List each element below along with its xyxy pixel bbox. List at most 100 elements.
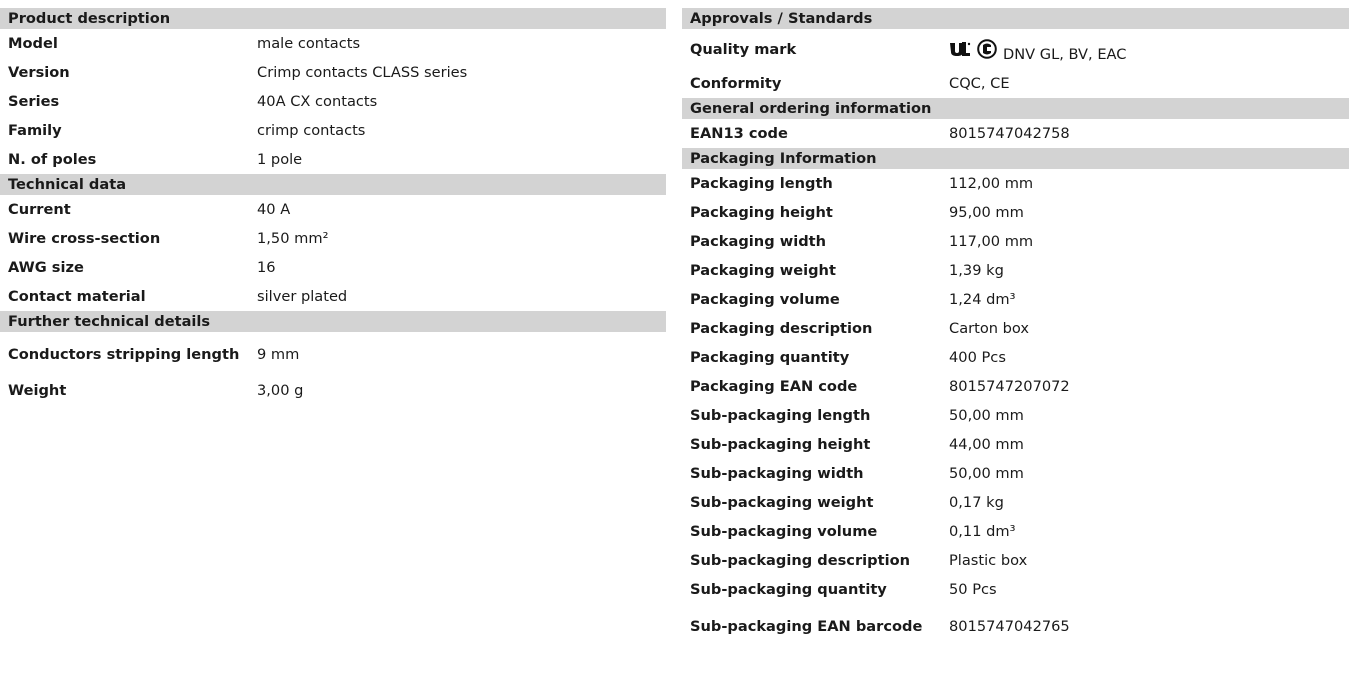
section-header: Technical data: [0, 174, 666, 195]
row-label: Packaging weight: [690, 262, 836, 279]
row-label: Wire cross-section: [8, 230, 161, 247]
table-row: Conformity CQC, CE: [682, 69, 1349, 98]
row-label: Contact material: [8, 288, 146, 305]
section-title-approvals-standards: Approvals / Standards: [682, 8, 1349, 29]
section-header: Further technical details: [0, 311, 666, 332]
table-row: Series 40A CX contacts: [0, 87, 666, 116]
row-label: Current: [8, 201, 71, 218]
row-value: 1,24 dm³: [949, 291, 1016, 308]
row-value: 40 A: [257, 201, 291, 218]
table-row: Sub-packaging length 50,00 mm: [682, 401, 1349, 430]
table-row: Packaging length 112,00 mm: [682, 169, 1349, 198]
table-row: Family crimp contacts: [0, 116, 666, 145]
table-row: N. of poles 1 pole: [0, 145, 666, 174]
row-label: Sub-packaging height: [690, 436, 871, 453]
row-value: 3,00 g: [257, 382, 304, 399]
row-value: 50 Pcs: [949, 581, 997, 598]
table-row: Sub-packaging volume 0,11 dm³: [682, 517, 1349, 546]
row-value: male contacts: [257, 35, 361, 52]
row-label: Conductors stripping length: [8, 345, 240, 363]
table-row: Packaging volume 1,24 dm³: [682, 285, 1349, 314]
row-value: 400 Pcs: [949, 349, 1006, 366]
row-value: 50,00 mm: [949, 465, 1024, 482]
row-label: Sub-packaging weight: [690, 494, 874, 511]
table-row: Quality mark DNV GL, BV, EAC: [682, 29, 1349, 69]
section-header: Approvals / Standards: [682, 8, 1349, 29]
row-value: 8015747042765: [949, 617, 1070, 635]
row-value: 8015747042758: [949, 125, 1070, 142]
csa-icon: [977, 39, 997, 59]
table-row: Sub-packaging height 44,00 mm: [682, 430, 1349, 459]
table-row: Packaging quantity 400 Pcs: [682, 343, 1349, 372]
row-value: 95,00 mm: [949, 204, 1024, 221]
table-row: Sub-packaging quantity 50 Pcs: [682, 575, 1349, 604]
section-title-packaging-information: Packaging Information: [682, 148, 1349, 169]
row-label: Quality mark: [690, 40, 797, 58]
table-row: Model male contacts: [0, 29, 666, 58]
row-label: EAN13 code: [690, 125, 788, 142]
quality-marks: DNV GL, BV, EAC: [949, 39, 1126, 63]
row-label: AWG size: [8, 259, 84, 276]
row-value: Crimp contacts CLASS series: [257, 64, 468, 81]
table-row: Packaging EAN code 8015747207072: [682, 372, 1349, 401]
right-spec-table: Approvals / Standards Quality mark DNV G…: [682, 8, 1349, 648]
row-label: Version: [8, 64, 70, 81]
row-value: 40A CX contacts: [257, 93, 378, 110]
row-label: Sub-packaging volume: [690, 523, 878, 540]
table-row: Packaging height 95,00 mm: [682, 198, 1349, 227]
table-row: Sub-packaging description Plastic box: [682, 546, 1349, 575]
row-value: Plastic box: [949, 552, 1028, 569]
row-label: N. of poles: [8, 151, 97, 168]
table-row: Wire cross-section 1,50 mm²: [0, 224, 666, 253]
table-row: EAN13 code 8015747042758: [682, 119, 1349, 148]
row-label: Packaging EAN code: [690, 378, 858, 395]
row-value: 8015747207072: [949, 378, 1070, 395]
row-label: Family: [8, 122, 62, 139]
row-value: CQC, CE: [949, 75, 1010, 92]
table-row: Current 40 A: [0, 195, 666, 224]
row-label: Packaging width: [690, 233, 827, 250]
right-spec-column: Approvals / Standards Quality mark DNV G…: [682, 8, 1349, 648]
row-value: crimp contacts: [257, 122, 366, 139]
row-value: 1 pole: [257, 151, 303, 168]
row-value: 1,50 mm²: [257, 230, 329, 247]
row-value: 16: [257, 259, 276, 276]
quality-mark-value: DNV GL, BV, EAC: [1003, 45, 1127, 63]
section-title-general-ordering-information: General ordering information: [682, 98, 1349, 119]
row-value: Carton box: [949, 320, 1030, 337]
row-value: 50,00 mm: [949, 407, 1024, 424]
row-value: silver plated: [257, 288, 348, 305]
section-header: Packaging Information: [682, 148, 1349, 169]
row-value: 9 mm: [257, 345, 300, 363]
row-value: 112,00 mm: [949, 175, 1034, 192]
row-value: DNV GL, BV, EAC: [941, 29, 1349, 69]
section-header: General ordering information: [682, 98, 1349, 119]
row-label: Conformity: [690, 75, 782, 92]
table-row: AWG size 16: [0, 253, 666, 282]
row-value: 0,17 kg: [949, 494, 1004, 511]
row-label: Packaging description: [690, 320, 873, 337]
left-spec-column: Product description Model male contacts …: [0, 8, 666, 405]
row-value: 1,39 kg: [949, 262, 1004, 279]
row-value: 44,00 mm: [949, 436, 1024, 453]
table-row: Sub-packaging width 50,00 mm: [682, 459, 1349, 488]
row-value: 0,11 dm³: [949, 523, 1016, 540]
table-row: Sub-packaging weight 0,17 kg: [682, 488, 1349, 517]
table-row: Packaging width 117,00 mm: [682, 227, 1349, 256]
row-label: Packaging volume: [690, 291, 840, 308]
left-spec-table: Product description Model male contacts …: [0, 8, 666, 405]
row-label: Model: [8, 35, 58, 52]
row-label: Packaging quantity: [690, 349, 850, 366]
section-title-product-description: Product description: [0, 8, 666, 29]
row-label: Series: [8, 93, 60, 110]
row-label: Weight: [8, 382, 67, 399]
row-label: Sub-packaging EAN barcode: [690, 617, 923, 635]
row-label: Sub-packaging quantity: [690, 581, 887, 598]
section-title-technical-data: Technical data: [0, 174, 666, 195]
table-row: Packaging weight 1,39 kg: [682, 256, 1349, 285]
table-row: Version Crimp contacts CLASS series: [0, 58, 666, 87]
table-row: Sub-packaging EAN barcode 8015747042765: [682, 604, 1349, 648]
section-header: Product description: [0, 8, 666, 29]
row-label: Sub-packaging width: [690, 465, 864, 482]
table-row: Packaging description Carton box: [682, 314, 1349, 343]
